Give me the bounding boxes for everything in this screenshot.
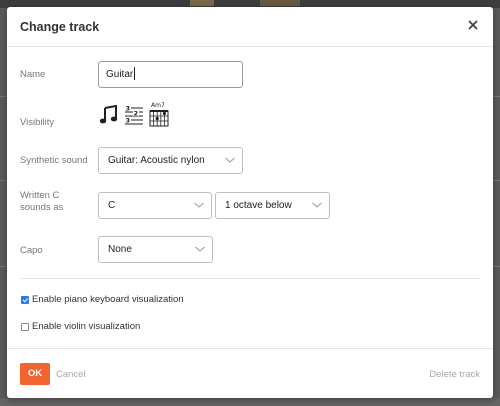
chevron-down-icon (194, 202, 204, 208)
dialog-header: Change track (7, 7, 493, 47)
chevron-down-icon (312, 202, 322, 208)
synthetic-sound-value: Guitar: Acoustic nylon (108, 155, 205, 166)
transposition-octave-value: 1 octave below (225, 200, 292, 211)
transposition-octave-select[interactable]: 1 octave below (215, 192, 330, 219)
chord-symbol: Am7 (151, 102, 165, 109)
svg-text:3: 3 (126, 117, 131, 125)
name-input[interactable]: Guitar (98, 61, 243, 88)
capo-label: Capo (20, 245, 43, 256)
cancel-button[interactable]: Cancel (56, 369, 86, 380)
chord-diagram-icon (149, 110, 169, 127)
name-label: Name (20, 69, 46, 80)
transposition-label-line1: Written C (20, 190, 60, 201)
visibility-label: Visibility (20, 117, 55, 128)
piano-visualization-label: Enable piano keyboard visualization (32, 294, 184, 305)
piano-visualization-option[interactable]: Enable piano keyboard visualization (21, 294, 184, 305)
app-bottom-strip (0, 398, 500, 406)
violin-visualization-label: Enable violin visualization (32, 321, 141, 332)
chord-diagram-button[interactable]: Am7 (148, 102, 170, 128)
violin-visualization-checkbox[interactable] (21, 322, 29, 331)
text-caret (134, 67, 135, 80)
close-icon (468, 20, 478, 30)
change-track-dialog: Change track Name Guitar Visibility 3 2 … (7, 7, 493, 398)
tablature-icon[interactable]: 3 2 3 (124, 104, 144, 126)
chevron-down-icon (195, 246, 205, 252)
transposition-note-select[interactable]: C (98, 192, 212, 219)
transposition-label: Written C sounds as (20, 190, 63, 214)
piano-visualization-checkbox[interactable] (21, 295, 29, 304)
standard-notation-icon[interactable] (99, 105, 119, 125)
section-divider (20, 278, 481, 279)
name-input-value: Guitar (106, 69, 134, 80)
svg-text:2: 2 (134, 110, 139, 118)
dialog-title: Change track (20, 20, 100, 34)
chevron-down-icon (225, 157, 235, 163)
close-button[interactable] (465, 17, 481, 33)
footer-divider (7, 348, 493, 349)
ok-button[interactable]: OK (20, 363, 50, 385)
violin-visualization-option[interactable]: Enable violin visualization (21, 321, 140, 332)
synthetic-sound-select[interactable]: Guitar: Acoustic nylon (98, 147, 243, 174)
transposition-label-line2: sounds as (20, 202, 64, 213)
svg-text:3: 3 (126, 105, 131, 113)
capo-select[interactable]: None (98, 236, 213, 263)
delete-track-button[interactable]: Delete track (429, 369, 480, 380)
transposition-note-value: C (108, 200, 116, 211)
capo-value: None (108, 244, 132, 255)
synthetic-sound-label: Synthetic sound (20, 155, 88, 166)
